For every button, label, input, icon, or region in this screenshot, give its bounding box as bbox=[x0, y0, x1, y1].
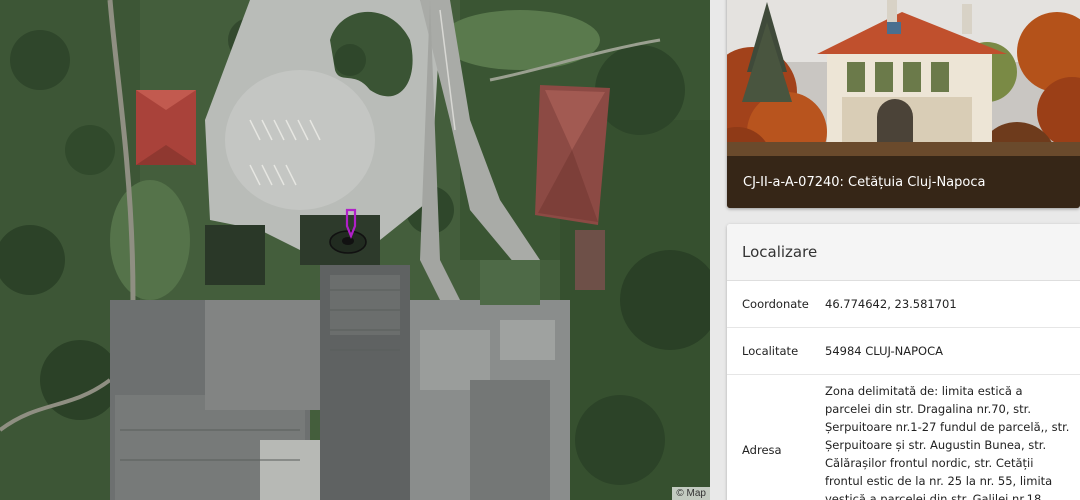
monument-photo-card[interactable]: CJ-II-a-A-07240: Cetățuia Cluj-Napoca bbox=[727, 0, 1080, 208]
info-key-locality: Localitate bbox=[742, 344, 799, 358]
info-key-address: Adresa bbox=[742, 442, 782, 457]
location-marker-icon[interactable] bbox=[328, 208, 368, 256]
info-row-address: Adresa Zona delimitată de: limita estică… bbox=[727, 375, 1080, 500]
satellite-map[interactable]: © Map bbox=[0, 0, 710, 500]
info-row-locality: Localitate 54984 CLUJ-NAPOCA bbox=[727, 328, 1080, 375]
monument-side-panel: CJ-II-a-A-07240: Cetățuia Cluj-Napoca Lo… bbox=[710, 0, 1080, 500]
location-card: Localizare Coordonate 46.774642, 23.5817… bbox=[727, 224, 1080, 500]
location-card-title: Localizare bbox=[727, 224, 1080, 281]
photo-caption: CJ-II-a-A-07240: Cetățuia Cluj-Napoca bbox=[727, 156, 1080, 208]
info-value-coordinates: 46.774642, 23.581701 bbox=[825, 297, 957, 311]
map-attribution[interactable]: © Map bbox=[672, 487, 710, 500]
info-key-coordinates: Coordonate bbox=[742, 297, 809, 311]
app-window: © Map CJ-II-a-A-07240: Cetățuia Cluj-Nap… bbox=[0, 0, 1080, 500]
info-row-coordinates: Coordonate 46.774642, 23.581701 bbox=[727, 281, 1080, 328]
info-value-address: Zona delimitată de: limita estică a parc… bbox=[825, 384, 1070, 500]
info-value-locality: 54984 CLUJ-NAPOCA bbox=[825, 344, 944, 358]
